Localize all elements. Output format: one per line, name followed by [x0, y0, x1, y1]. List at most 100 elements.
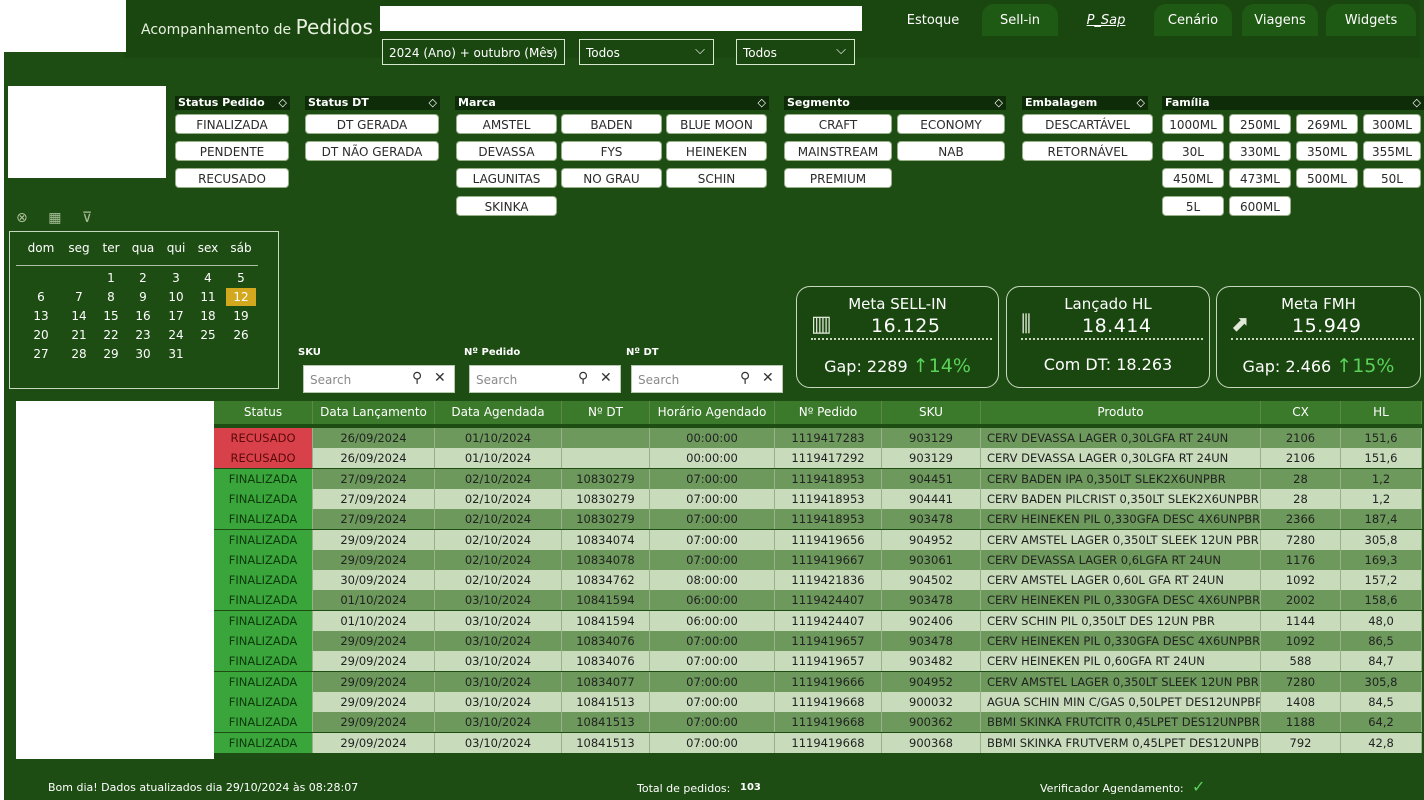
- calendar-day[interactable]: 2: [128, 269, 158, 287]
- chip-recusado[interactable]: RECUSADO: [175, 168, 289, 188]
- chip-dt-gerada[interactable]: DT GERADA: [305, 114, 439, 134]
- chip-baden[interactable]: BADEN: [561, 114, 662, 134]
- close-icon[interactable]: ✕: [434, 370, 446, 386]
- close-icon[interactable]: ✕: [762, 370, 774, 386]
- tab-cenario[interactable]: Cenário: [1154, 4, 1232, 36]
- chip-269ml[interactable]: 269ML: [1296, 114, 1358, 134]
- chip-finalizada[interactable]: FINALIZADA: [175, 114, 289, 134]
- period-dropdown[interactable]: 2024 (Ano) + outubro (Mês) ⌵: [382, 39, 565, 65]
- column-header[interactable]: Nº DT: [562, 401, 650, 424]
- calendar-day[interactable]: 16: [128, 307, 158, 325]
- table-row[interactable]: FINALIZADA 29/09/2024 02/10/2024 10834074 07…: [214, 529, 1422, 550]
- calendar-day[interactable]: 23: [128, 326, 158, 344]
- calendar-day[interactable]: 4: [193, 269, 223, 287]
- column-header[interactable]: Horário Agendado: [650, 401, 775, 424]
- chip-50l[interactable]: 50L: [1363, 168, 1421, 188]
- column-header[interactable]: Status: [214, 401, 313, 424]
- eraser-icon[interactable]: ◇: [429, 96, 437, 110]
- table-row[interactable]: FINALIZADA 30/09/2024 02/10/2024 10834762 08…: [214, 570, 1422, 591]
- table-row[interactable]: FINALIZADA 29/09/2024 03/10/2024 10841513 07…: [214, 712, 1422, 733]
- chip-1000ml[interactable]: 1000ML: [1162, 114, 1224, 134]
- chip-blue-moon[interactable]: BLUE MOON: [666, 114, 767, 134]
- calendar-day[interactable]: 14: [64, 307, 94, 325]
- sku-search-input[interactable]: Search ⚲ ✕: [303, 365, 455, 393]
- column-header[interactable]: SKU: [882, 401, 981, 424]
- calendar-day[interactable]: 17: [161, 307, 191, 325]
- column-header[interactable]: Produto: [981, 401, 1261, 424]
- tab-sell-in[interactable]: Sell-in: [982, 4, 1058, 36]
- chip-nab[interactable]: NAB: [897, 141, 1005, 161]
- calendar-day[interactable]: 15: [96, 307, 126, 325]
- calendar-day[interactable]: 30: [128, 345, 158, 363]
- filter-dropdown-2[interactable]: Todos ⌵: [736, 39, 855, 65]
- chip-dt-nao-gerada[interactable]: DT NÃO GERADA: [305, 141, 439, 161]
- search-icon[interactable]: ⚲: [578, 370, 588, 386]
- tab-p-sap[interactable]: P_Sap: [1068, 4, 1144, 36]
- column-header[interactable]: CX: [1261, 401, 1341, 424]
- column-header[interactable]: Data Lançamento: [313, 401, 435, 424]
- filter-dropdown-1[interactable]: Todos ⌵: [579, 39, 714, 65]
- calendar-day[interactable]: 27: [26, 345, 56, 363]
- chip-pendente[interactable]: PENDENTE: [175, 141, 289, 161]
- calendar-day[interactable]: 21: [64, 326, 94, 344]
- chip-descartavel[interactable]: DESCARTÁVEL: [1022, 114, 1153, 134]
- table-row[interactable]: RECUSADO 26/09/2024 01/10/2024 00:00:00 1119…: [214, 428, 1422, 448]
- table-row[interactable]: FINALIZADA 29/09/2024 02/10/2024 10834078 07…: [214, 549, 1422, 570]
- calendar-day[interactable]: 5: [226, 269, 256, 287]
- chip-5l[interactable]: 5L: [1162, 196, 1224, 216]
- chip-amstel[interactable]: AMSTEL: [456, 114, 557, 134]
- chip-300ml[interactable]: 300ML: [1363, 114, 1421, 134]
- column-header[interactable]: Nº Pedido: [775, 401, 882, 424]
- chip-retornavel[interactable]: RETORNÁVEL: [1022, 141, 1153, 161]
- chip-600ml[interactable]: 600ML: [1229, 196, 1291, 216]
- eraser-icon[interactable]: ◇: [995, 96, 1003, 110]
- chip-330ml[interactable]: 330ML: [1229, 141, 1291, 161]
- calendar-day[interactable]: 11: [193, 288, 223, 306]
- search-icon[interactable]: ⚲: [740, 370, 750, 386]
- chip-mainstream[interactable]: MAINSTREAM: [784, 141, 892, 161]
- pedido-search-input[interactable]: Search ⚲ ✕: [469, 365, 621, 393]
- chip-devassa[interactable]: DEVASSA: [456, 141, 557, 161]
- chip-500ml[interactable]: 500ML: [1296, 168, 1358, 188]
- table-row[interactable]: FINALIZADA 27/09/2024 02/10/2024 10830279 07…: [214, 509, 1422, 530]
- column-header[interactable]: HL: [1341, 401, 1422, 424]
- chip-355ml[interactable]: 355ML: [1363, 141, 1421, 161]
- calendar-day[interactable]: 18: [193, 307, 223, 325]
- table-row[interactable]: FINALIZADA 29/09/2024 03/10/2024 10841513 07…: [214, 691, 1422, 712]
- eraser-icon[interactable]: ◇: [279, 96, 287, 110]
- chip-lagunitas[interactable]: LAGUNITAS: [456, 168, 557, 188]
- chip-skinka[interactable]: SKINKA: [456, 196, 557, 216]
- calendar-day[interactable]: 13: [26, 307, 56, 325]
- chip-no-grau[interactable]: NO GRAU: [561, 168, 662, 188]
- chip-30l[interactable]: 30L: [1162, 141, 1224, 161]
- chip-fys[interactable]: FYS: [561, 141, 662, 161]
- chip-473ml[interactable]: 473ML: [1229, 168, 1291, 188]
- table-row[interactable]: RECUSADO 26/09/2024 01/10/2024 00:00:00 1119…: [214, 448, 1422, 469]
- close-icon[interactable]: ✕: [600, 370, 612, 386]
- chip-350ml[interactable]: 350ML: [1296, 141, 1358, 161]
- calendar-day[interactable]: 6: [26, 288, 56, 306]
- calendar-day[interactable]: 1: [96, 269, 126, 287]
- calendar-day[interactable]: 7: [64, 288, 94, 306]
- table-row[interactable]: FINALIZADA 01/10/2024 03/10/2024 10841594 06…: [214, 610, 1422, 631]
- chip-craft[interactable]: CRAFT: [784, 114, 892, 134]
- table-row[interactable]: FINALIZADA 27/09/2024 02/10/2024 10830279 07…: [214, 488, 1422, 509]
- eraser-icon[interactable]: ◇: [1137, 96, 1145, 110]
- filter-clear-icon[interactable]: ⊽: [82, 210, 92, 226]
- calendar-day[interactable]: 31: [161, 345, 191, 363]
- calendar-day[interactable]: 19: [226, 307, 256, 325]
- chip-economy[interactable]: ECONOMY: [897, 114, 1005, 134]
- table-row[interactable]: FINALIZADA 29/09/2024 03/10/2024 10834076 07…: [214, 651, 1422, 672]
- calendar-day[interactable]: 9: [128, 288, 158, 306]
- calendar-icon[interactable]: ▦: [48, 210, 61, 226]
- chip-450ml[interactable]: 450ML: [1162, 168, 1224, 188]
- eraser-icon[interactable]: ◇: [758, 96, 766, 110]
- calendar-day[interactable]: 25: [193, 326, 223, 344]
- calendar-day[interactable]: 22: [96, 326, 126, 344]
- table-row[interactable]: FINALIZADA 29/09/2024 03/10/2024 10841513 07…: [214, 732, 1422, 753]
- calendar-day[interactable]: 28: [64, 345, 94, 363]
- search-icon[interactable]: ⚲: [412, 370, 422, 386]
- chip-250ml[interactable]: 250ML: [1229, 114, 1291, 134]
- tab-viagens[interactable]: Viagens: [1242, 4, 1318, 36]
- calendar-day[interactable]: 12: [226, 288, 256, 306]
